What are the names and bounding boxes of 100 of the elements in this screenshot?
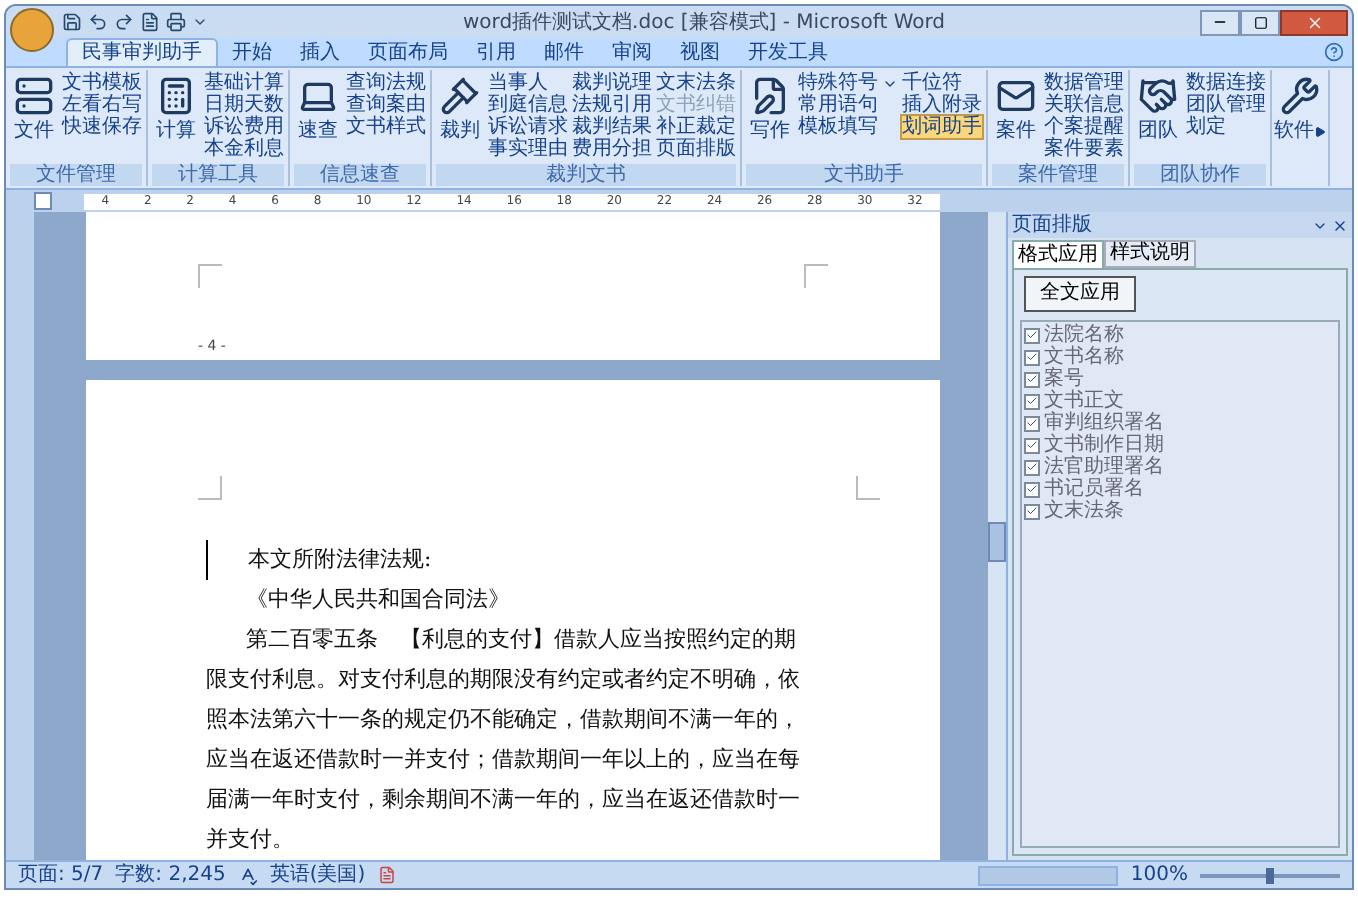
checkbox-label: 文书名称: [1044, 346, 1124, 368]
help-icon[interactable]: [1324, 42, 1344, 62]
spellcheck-icon[interactable]: [237, 865, 258, 885]
ribbon-button[interactable]: 数据连接: [1186, 72, 1266, 94]
zoom-level[interactable]: 100%: [1130, 863, 1188, 887]
checkbox[interactable]: [1024, 415, 1040, 431]
ribbon-button[interactable]: 文末法条: [656, 72, 736, 94]
wrench-icon: [1280, 76, 1320, 116]
ribbon-button[interactable]: 诉讼费用: [204, 116, 284, 138]
pane-tab[interactable]: 样式说明: [1104, 240, 1196, 268]
gavel-icon: [440, 76, 480, 116]
word-count[interactable]: 字数: 2,245: [115, 863, 226, 887]
language-indicator[interactable]: 英语(美国): [269, 863, 366, 887]
zoom-slider-thumb[interactable]: [1266, 867, 1274, 883]
ribbon-button[interactable]: 查询案由: [346, 94, 426, 116]
document-paragraph: 《中华人民共和国合同法》: [244, 584, 512, 616]
ribbon-button[interactable]: 划词助手: [902, 116, 982, 138]
ribbon-button[interactable]: 补正裁定: [656, 116, 736, 138]
ribbon-button[interactable]: 模板填写: [798, 116, 898, 138]
checkbox-label: 文书正文: [1044, 390, 1124, 412]
ribbon-big-button[interactable]: 软件: [1276, 72, 1324, 144]
ribbon-tab[interactable]: 插入: [286, 40, 354, 66]
page-count[interactable]: 页面: 5/7: [18, 863, 104, 887]
checkbox[interactable]: [1024, 481, 1040, 497]
ribbon-button[interactable]: 页面排版: [656, 138, 736, 160]
checkbox[interactable]: [1024, 349, 1040, 365]
checkbox[interactable]: [1024, 503, 1040, 519]
ribbon-tab[interactable]: 邮件: [530, 40, 598, 66]
checkbox[interactable]: [1024, 371, 1040, 387]
ribbon-tab[interactable]: 民事审判助手: [66, 38, 218, 66]
ribbon-tab[interactable]: 视图: [666, 40, 734, 66]
checkbox[interactable]: [1024, 437, 1040, 453]
close-icon[interactable]: [1332, 217, 1348, 233]
caret-icon[interactable]: [192, 14, 208, 30]
server-icon: [14, 76, 54, 116]
document-icon[interactable]: [140, 12, 160, 32]
ribbon-button[interactable]: 个案提醒: [1044, 116, 1124, 138]
ribbon-button[interactable]: 当事人: [488, 72, 568, 94]
ribbon-button[interactable]: 常用语句: [798, 94, 898, 116]
checkbox-label: 案号: [1044, 368, 1084, 390]
scrollbar[interactable]: [988, 212, 1006, 860]
ribbon-tab[interactable]: 页面布局: [354, 40, 462, 66]
ribbon-button[interactable]: 划定: [1186, 116, 1266, 138]
ribbon-button[interactable]: 法规引用: [572, 94, 652, 116]
ribbon-button[interactable]: 查询法规: [346, 72, 426, 94]
maximize-icon: [1253, 15, 1267, 29]
ribbon-button[interactable]: 日期天数: [204, 94, 284, 116]
checkbox-label: 文末法条: [1044, 500, 1124, 522]
redo-icon[interactable]: [114, 12, 134, 32]
ribbon-button[interactable]: 关联信息: [1044, 94, 1124, 116]
ribbon-tab[interactable]: 引用: [462, 40, 530, 66]
ribbon-button[interactable]: 快速保存: [62, 116, 142, 138]
ribbon-button[interactable]: 左看右写: [62, 94, 142, 116]
apply-all-button[interactable]: 全文应用: [1024, 276, 1136, 312]
ribbon-big-button[interactable]: 裁判: [436, 72, 484, 144]
ribbon-button[interactable]: 费用分担: [572, 138, 652, 160]
ribbon-big-button[interactable]: 文件: [10, 72, 58, 144]
ribbon-button[interactable]: 千位符: [902, 72, 982, 94]
ribbon-button[interactable]: 特殊符号: [798, 72, 898, 94]
checkbox[interactable]: [1024, 327, 1040, 343]
ribbon-button[interactable]: 诉讼请求: [488, 116, 568, 138]
ribbon-button[interactable]: 事实理由: [488, 138, 568, 160]
ribbon-button[interactable]: 裁判说理: [572, 72, 652, 94]
ribbon-button[interactable]: 插入附录: [902, 94, 982, 116]
ribbon-button[interactable]: 裁判结果: [572, 116, 652, 138]
ribbon-big-button[interactable]: 案件: [992, 72, 1040, 144]
ribbon-tab[interactable]: 开发工具: [734, 40, 842, 66]
ribbon-button[interactable]: 数据管理: [1044, 72, 1124, 94]
ribbon-tab[interactable]: 开始: [218, 40, 286, 66]
ribbon-button[interactable]: 文书样式: [346, 116, 426, 138]
checkbox-label: 审判组织署名: [1044, 412, 1164, 434]
pane-tab[interactable]: 格式应用: [1012, 240, 1104, 268]
document-paragraph: 本文所附法律法规:: [206, 540, 806, 580]
ribbon-button[interactable]: 到庭信息: [488, 94, 568, 116]
ribbon-big-button[interactable]: 团队: [1134, 72, 1182, 144]
ribbon-button[interactable]: 案件要素: [1044, 138, 1124, 160]
tab-selector[interactable]: [34, 192, 52, 210]
checkbox[interactable]: [1024, 393, 1040, 409]
office-button[interactable]: [10, 8, 54, 52]
window-title: word插件测试文档.doc [兼容模式] - Microsoft Word: [460, 9, 948, 37]
ribbon-big-button[interactable]: 写作: [746, 72, 794, 144]
maximize-button[interactable]: [1240, 9, 1280, 35]
ribbon-button[interactable]: 本金利息: [204, 138, 284, 160]
group-label: 案件管理: [992, 164, 1124, 186]
document-paragraph: 第二百零五条 【利息的支付】借款人应当按照约定的期限支付利息。对支付利息的期限没有约定或者约定不明确，依照本法第六十一条的规定仍不能确定，借款期间不满一年的，应当在返还借款时一并支付；借款期间一年以上的，应当在每届满一年时支付，剩余期间不满一年的，应当在返还借款时一并支付。: [206, 624, 802, 856]
undo-icon[interactable]: [88, 12, 108, 32]
close-button[interactable]: [1280, 9, 1348, 35]
pane-title: 页面排版: [1012, 211, 1094, 240]
ribbon-button[interactable]: 基础计算: [204, 72, 284, 94]
group-label: 计算工具: [152, 164, 284, 186]
printer-icon[interactable]: [166, 12, 186, 32]
checkbox[interactable]: [1024, 459, 1040, 475]
ribbon-tab[interactable]: 审阅: [598, 40, 666, 66]
ribbon-button[interactable]: 团队管理: [1186, 94, 1266, 116]
save-icon[interactable]: [62, 12, 82, 32]
ribbon-button[interactable]: 文书模板: [62, 72, 142, 94]
ribbon-big-button[interactable]: 速查: [294, 72, 342, 144]
handshake-icon: [1138, 76, 1178, 116]
group-label: 团队协作: [1134, 164, 1266, 186]
ribbon-big-button[interactable]: 计算: [152, 72, 200, 144]
